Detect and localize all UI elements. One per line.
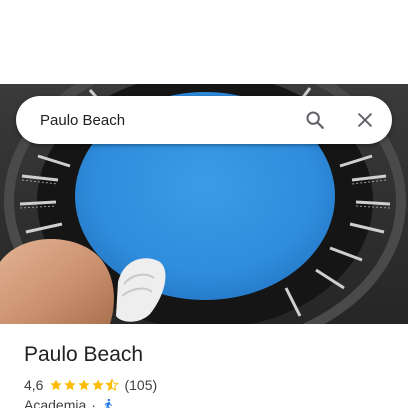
star-icon	[50, 379, 63, 391]
review-count[interactable]: (105)	[124, 377, 157, 393]
place-info-panel[interactable]: Paulo Beach 4,6 (105) Academia ·	[0, 324, 408, 408]
star-icon	[78, 379, 91, 391]
walking-person-icon	[104, 398, 112, 408]
category-row: Academia ·	[24, 397, 115, 408]
search-bar[interactable]	[16, 96, 392, 144]
close-icon	[358, 113, 372, 127]
place-name: Paulo Beach	[24, 343, 144, 366]
star-rating	[49, 378, 120, 392]
place-category: Academia	[24, 397, 87, 408]
search-button[interactable]	[301, 106, 329, 134]
search-icon	[306, 111, 324, 129]
rating-row[interactable]: 4,6 (105)	[24, 376, 157, 394]
clear-search-button[interactable]	[351, 106, 379, 134]
separator: ·	[91, 397, 96, 408]
maps-place-screen: Paulo Beach 4,6 (105) Academia ·	[0, 0, 408, 408]
half-star-icon	[105, 378, 120, 391]
star-icon	[64, 379, 77, 391]
search-input[interactable]	[40, 96, 290, 144]
star-icon	[92, 379, 105, 391]
rating-value: 4,6	[24, 377, 44, 393]
